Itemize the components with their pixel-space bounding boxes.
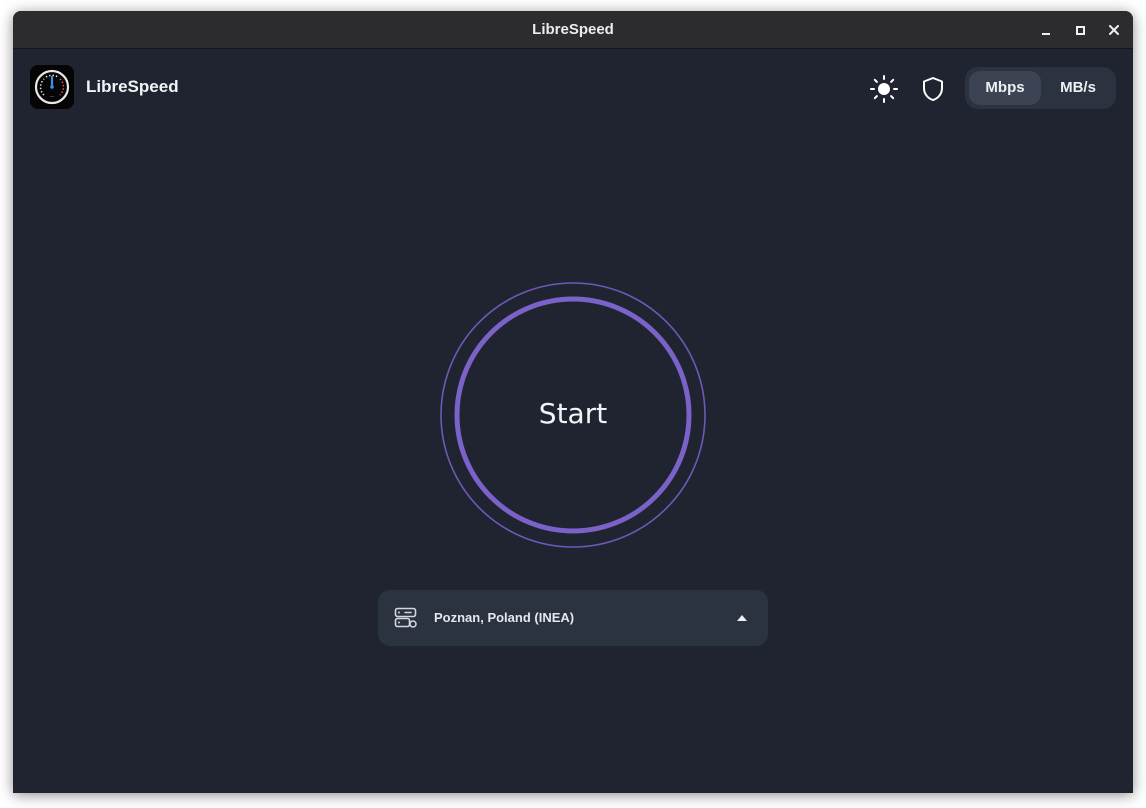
window-title: LibreSpeed [532,21,614,38]
app-window: LibreSpeed ···· LibreSpeed Mbps MB/s Sta… [13,11,1133,793]
app-logo: ···· [30,65,74,109]
app-name: LibreSpeed [86,77,179,96]
unit-mbs-button[interactable]: MB/s [1043,71,1113,105]
unit-mbps-button[interactable]: Mbps [969,71,1041,105]
privacy-button[interactable] [917,73,949,105]
unit-toggle: Mbps MB/s [965,67,1116,109]
svg-text:····: ···· [49,94,54,99]
close-icon [1109,25,1119,35]
app-header: ···· LibreSpeed Mbps MB/s [13,49,1133,127]
maximize-button[interactable] [1071,21,1089,39]
shield-icon [923,77,943,101]
theme-toggle-button[interactable] [868,73,900,105]
close-button[interactable] [1105,21,1123,39]
start-label: Start [538,397,608,430]
server-selector[interactable]: Poznan, Poland (INEA) [378,590,768,646]
title-bar[interactable]: LibreSpeed [13,11,1133,49]
start-area: Start [439,281,707,549]
server-icon [394,607,417,628]
chevron-up-icon [737,615,747,621]
speedometer-icon: ···· [34,69,70,105]
sun-icon [870,75,898,103]
server-name: Poznan, Poland (INEA) [434,610,575,625]
minimize-button[interactable] [1037,21,1055,39]
